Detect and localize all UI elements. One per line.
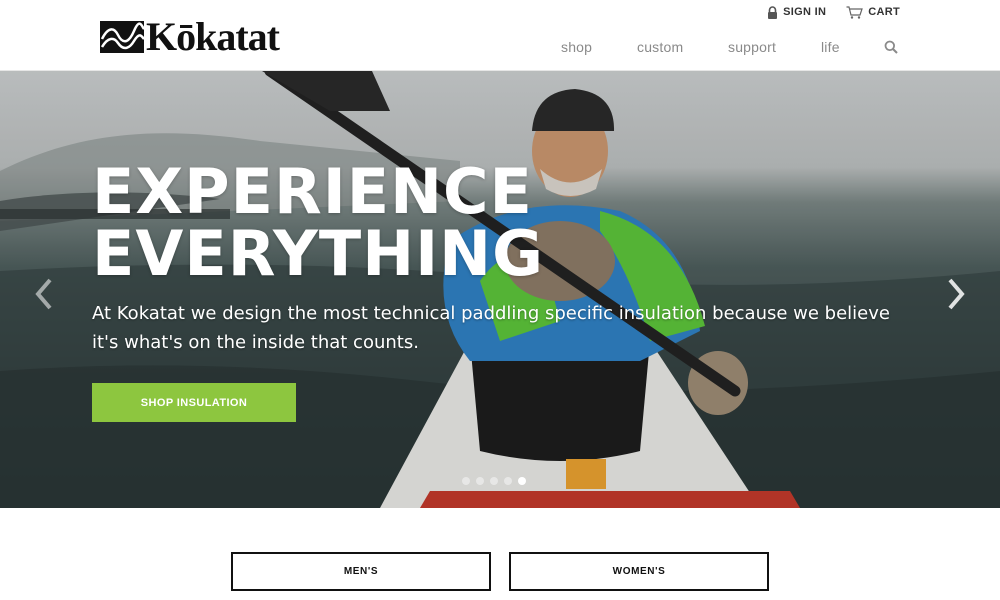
- carousel-dot[interactable]: [490, 477, 498, 485]
- hero-title-line-2: EVERYTHING: [92, 217, 544, 290]
- lock-icon: [768, 5, 778, 19]
- sign-in-link[interactable]: SIGN IN: [767, 5, 827, 19]
- womens-button[interactable]: WOMEN'S: [509, 552, 769, 591]
- hero-title-line-1: EXPERIENCE: [92, 155, 533, 228]
- carousel-dot[interactable]: [462, 477, 470, 485]
- nav-item-shop[interactable]: shop: [561, 39, 592, 55]
- hero-carousel: EXPERIENCE EVERYTHING At Kokatat we desi…: [0, 71, 1000, 508]
- utility-nav: SIGN IN CART: [767, 3, 900, 21]
- carousel-dot-active[interactable]: [518, 477, 526, 485]
- carousel-prev-arrow-icon[interactable]: [32, 276, 56, 312]
- carousel-dot[interactable]: [476, 477, 484, 485]
- main-nav: shop custom support life: [0, 39, 1000, 55]
- carousel-dots: [462, 477, 526, 485]
- cart-icon: [846, 5, 864, 19]
- carousel-dot[interactable]: [504, 477, 512, 485]
- nav-item-custom[interactable]: custom: [637, 39, 683, 55]
- nav-item-life[interactable]: life: [821, 39, 840, 55]
- search-icon[interactable]: [884, 40, 898, 54]
- mens-button[interactable]: MEN'S: [231, 552, 491, 591]
- cart-link[interactable]: CART: [846, 5, 900, 19]
- carousel-next-arrow-icon[interactable]: [944, 276, 968, 312]
- shop-insulation-button[interactable]: SHOP INSULATION: [92, 383, 296, 422]
- sign-in-label: SIGN IN: [783, 6, 827, 18]
- site-header: Kōkatat SIGN IN CART shop custom support…: [0, 0, 1000, 71]
- cart-label: CART: [868, 6, 900, 18]
- nav-item-support[interactable]: support: [728, 39, 776, 55]
- hero-title: EXPERIENCE EVERYTHING: [92, 161, 544, 285]
- hero-description: At Kokatat we design the most technical …: [92, 303, 890, 353]
